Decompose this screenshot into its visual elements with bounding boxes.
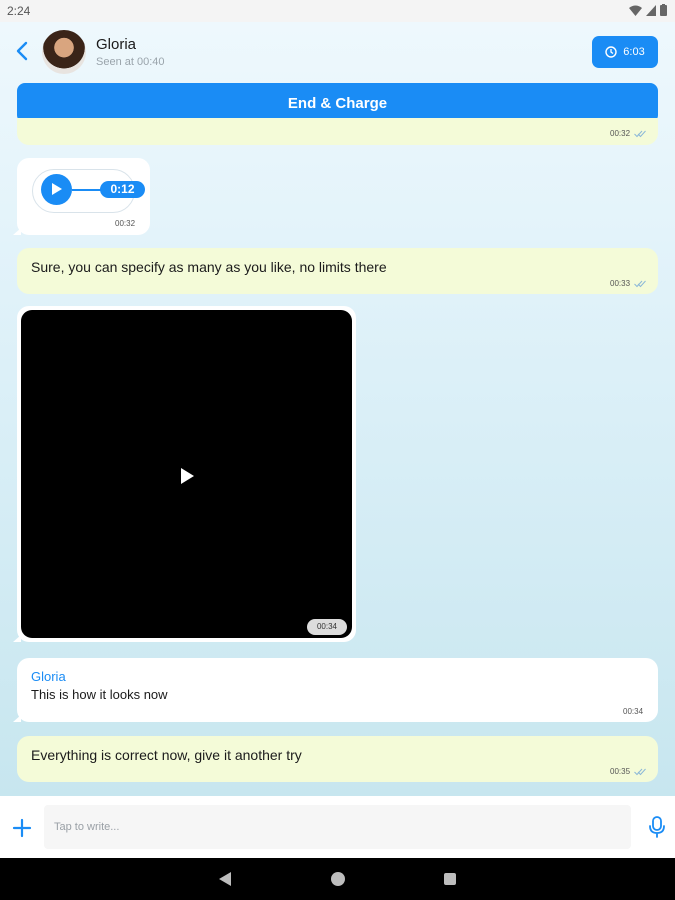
chat-header: Gloria Seen at 00:40 6:03 <box>0 22 675 80</box>
signal-icon <box>646 4 656 16</box>
status-time: 2:24 <box>7 4 31 18</box>
message-time: 00:32 <box>610 129 631 138</box>
timer-button[interactable]: 6:03 <box>592 36 658 68</box>
nav-back-icon[interactable] <box>219 872 231 886</box>
status-bar: 2:24 <box>0 0 675 22</box>
message-bubble-outgoing[interactable]: Everything is correct now, give it anoth… <box>17 736 658 782</box>
mic-icon[interactable] <box>648 816 666 838</box>
audio-duration: 0:12 <box>100 181 145 198</box>
timer-label: 6:03 <box>623 46 645 58</box>
message-time: 00:35 <box>610 767 631 776</box>
double-check-icon <box>634 768 646 776</box>
message-bubble-outgoing[interactable]: 00:32 <box>17 118 658 145</box>
message-bubble-outgoing[interactable]: Sure, you can specify as many as you lik… <box>17 248 658 294</box>
message-input[interactable] <box>44 805 631 849</box>
double-check-icon <box>634 280 646 288</box>
system-navigation-bar <box>0 858 675 900</box>
audio-progress-track[interactable] <box>72 189 102 191</box>
end-and-charge-button[interactable]: End & Charge <box>17 83 658 123</box>
battery-icon <box>660 4 667 16</box>
avatar[interactable] <box>42 30 86 74</box>
back-arrow-icon[interactable] <box>12 40 34 62</box>
contact-name[interactable]: Gloria <box>96 36 136 53</box>
message-bubble-incoming[interactable]: Gloria This is how it looks now 00:34 <box>17 658 658 722</box>
clock-icon <box>605 46 617 58</box>
video-message-time: 00:34 <box>307 619 347 635</box>
play-icon <box>52 183 62 195</box>
message-sender-name: Gloria <box>31 669 66 684</box>
nav-recent-icon[interactable] <box>444 873 456 885</box>
system-icons <box>629 4 667 16</box>
message-time: 00:34 <box>623 707 644 716</box>
bubble-tail <box>13 228 21 235</box>
wifi-icon <box>629 5 642 16</box>
double-check-icon <box>634 130 646 138</box>
nav-home-icon[interactable] <box>331 872 345 886</box>
message-composer <box>0 796 675 858</box>
last-seen-status: Seen at 00:40 <box>96 56 165 68</box>
bubble-tail <box>13 635 21 642</box>
message-text: Everything is correct now, give it anoth… <box>31 747 302 763</box>
plus-icon[interactable] <box>12 818 32 838</box>
message-time: 00:32 <box>115 219 136 228</box>
audio-message-bubble[interactable]: 0:12 00:32 <box>17 158 150 235</box>
audio-play-button[interactable] <box>41 174 72 205</box>
bubble-tail <box>13 715 21 722</box>
message-time: 00:33 <box>610 279 631 288</box>
message-text: Sure, you can specify as many as you lik… <box>31 259 387 275</box>
message-text: This is how it looks now <box>31 687 168 702</box>
video-play-icon[interactable] <box>177 466 197 486</box>
